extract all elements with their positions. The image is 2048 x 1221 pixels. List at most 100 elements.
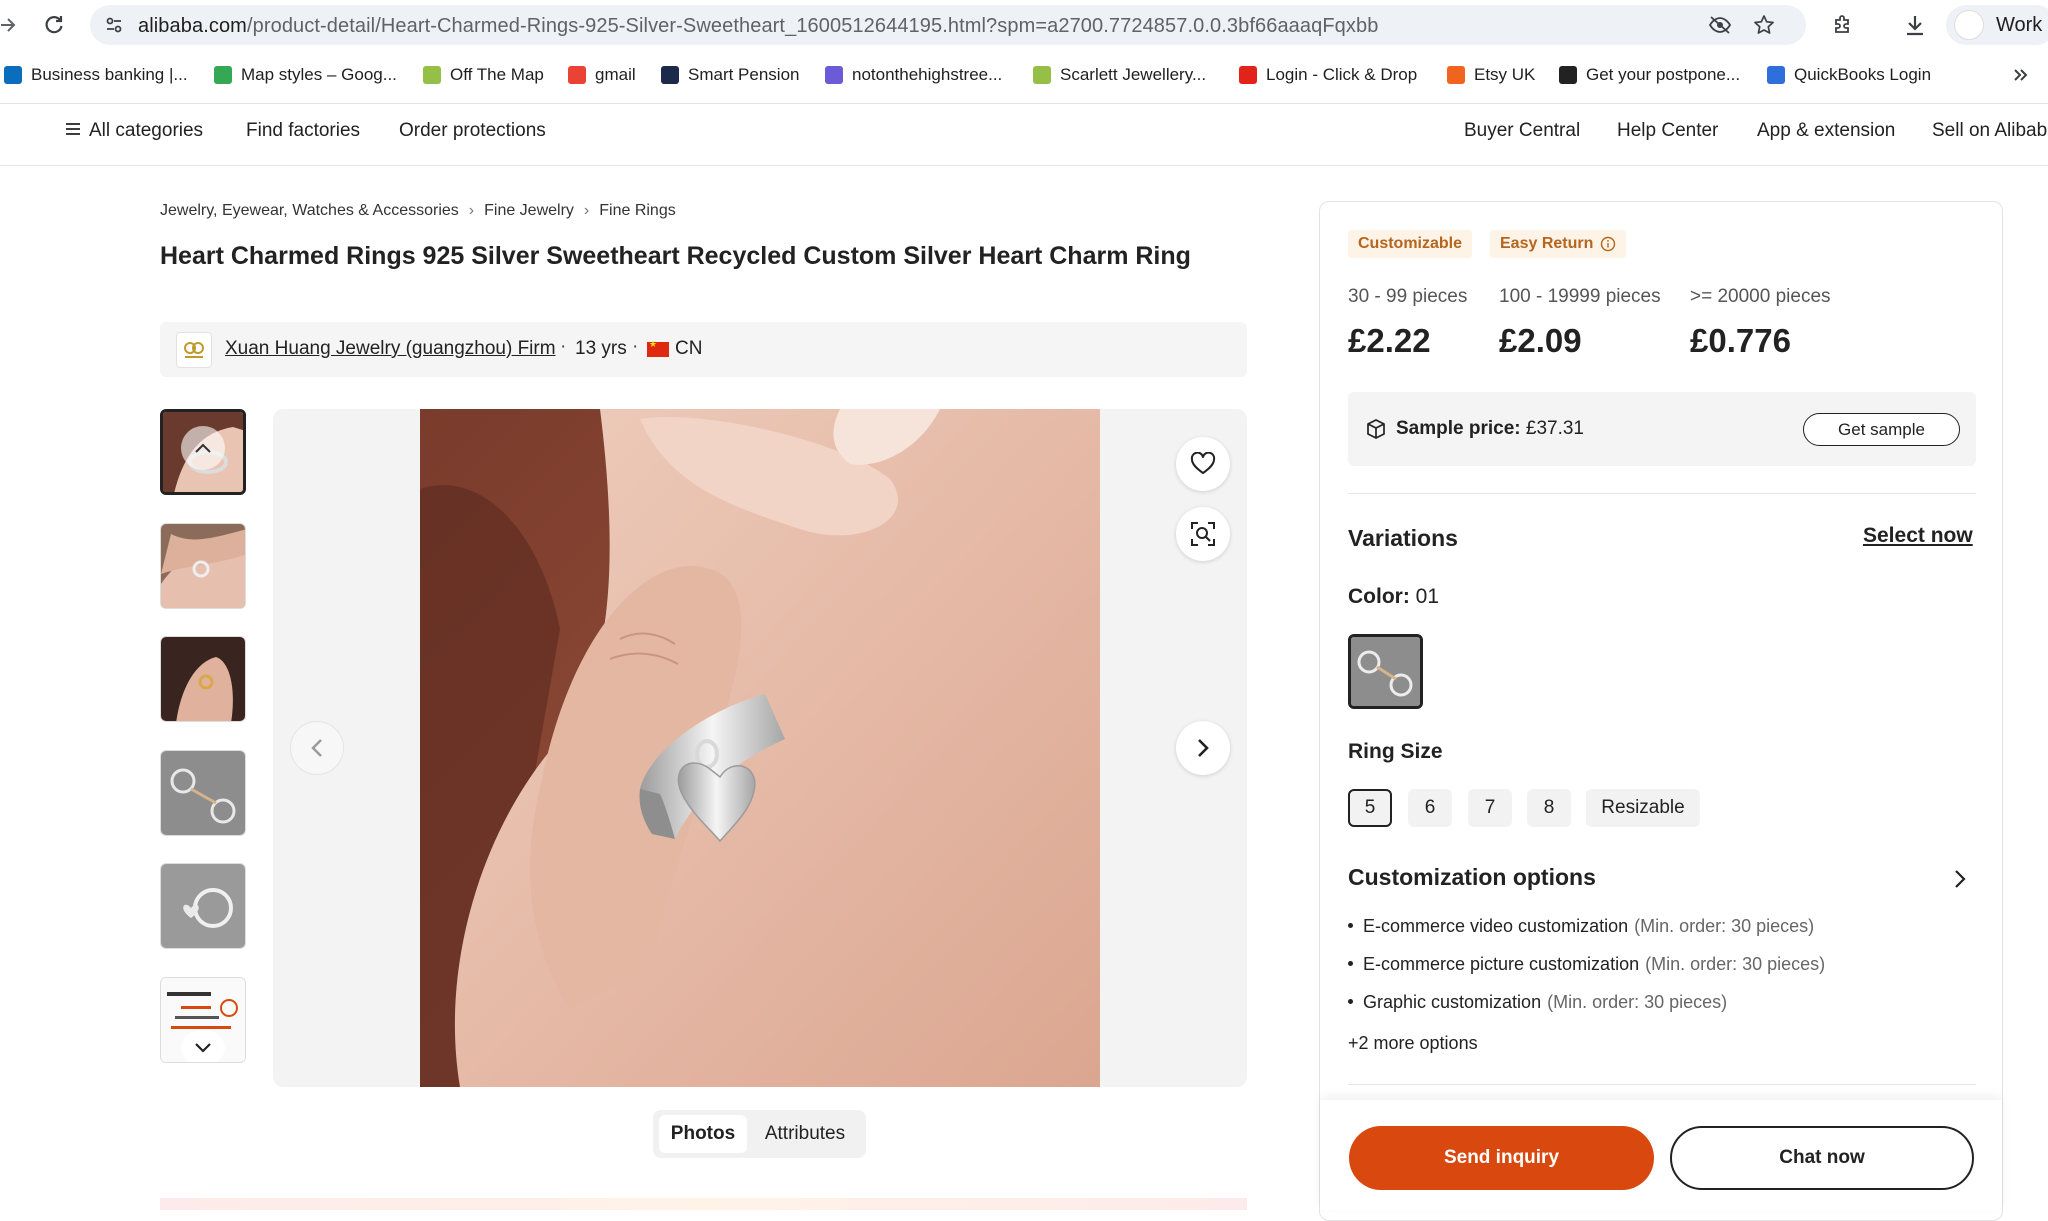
more-options-link[interactable]: +2 more options [1348, 1033, 1478, 1054]
customization-item-name: Graphic customization [1363, 992, 1542, 1012]
order-protections-link[interactable]: Order protections [399, 120, 546, 142]
supplier-country-code: CN [675, 338, 703, 359]
bookmark-label: Etsy UK [1474, 65, 1536, 84]
site-info-icon[interactable] [100, 11, 128, 39]
thumbnail-5[interactable] [160, 863, 246, 949]
tab-photos-label: Photos [670, 1123, 736, 1144]
supplier-name-link[interactable]: Xuan Huang Jewelry (guangzhou) Firm [225, 338, 556, 360]
bookmark-label: QuickBooks Login [1794, 65, 1932, 84]
supplier-logo[interactable] [176, 332, 212, 368]
bookmark-favicon-icon [214, 66, 232, 84]
ring-size-option-resizable[interactable]: Resizable [1586, 789, 1700, 827]
site-nav: All categories Find factories Order prot… [0, 104, 2048, 166]
customization-item-min: (Min. order: 30 pieces) [1645, 954, 1826, 974]
sell-on-alibaba-link[interactable]: Sell on Alibaba [1932, 120, 2048, 142]
info-icon[interactable] [1600, 236, 1616, 252]
tab-attributes[interactable]: Attributes [751, 1115, 859, 1153]
bookmark-item[interactable]: notonthehighstree... [825, 61, 1002, 89]
ring-size-option-5[interactable]: 5 [1348, 789, 1392, 827]
product-title: Heart Charmed Rings 925 Silver Sweethear… [160, 242, 1191, 270]
color-swatch-01[interactable] [1348, 634, 1423, 709]
help-center-link[interactable]: Help Center [1617, 120, 1718, 142]
bookmark-item[interactable]: Etsy UK [1447, 61, 1535, 89]
download-icon[interactable] [1901, 11, 1929, 39]
all-categories-link[interactable]: All categories [65, 120, 203, 142]
browser-toolbar: alibaba.com/product-detail/Heart-Charmed… [0, 0, 2048, 50]
color-label-value: 01 [1415, 585, 1440, 608]
bookmarks-bar: Business banking |... Map styles – Goog..… [0, 57, 2048, 93]
bookmark-item[interactable]: Map styles – Goog... [214, 61, 397, 89]
media-tabs: Photos Attributes [653, 1110, 866, 1158]
color-label-key: Color: [1348, 585, 1410, 608]
breadcrumb-item[interactable]: Fine Jewelry [484, 202, 574, 219]
bookmark-star-icon[interactable] [1750, 11, 1778, 39]
bookmark-item[interactable]: QuickBooks Login [1767, 61, 1931, 89]
ring-size-option-6[interactable]: 6 [1408, 789, 1452, 827]
select-now-link[interactable]: Select now [1863, 524, 1973, 548]
divider [1348, 1084, 1976, 1085]
profile-label: Work [1996, 14, 2043, 36]
ring-size-title: Ring Size [1348, 740, 1443, 763]
thumbnail-6[interactable] [160, 977, 246, 1063]
bookmark-favicon-icon [1767, 66, 1785, 84]
thumbnail-2[interactable] [160, 523, 246, 609]
customization-item-name: E-commerce picture customization [1363, 954, 1640, 974]
bullet [1348, 922, 1353, 928]
tier-2-price: £2.09 [1499, 322, 1582, 359]
main-product-image[interactable] [420, 409, 1100, 1087]
chevron-right-icon[interactable] [1953, 868, 1967, 895]
bookmark-favicon-icon [825, 66, 843, 84]
bookmark-item[interactable]: Scarlett Jewellery... [1033, 61, 1206, 89]
product-gallery [273, 409, 1247, 1087]
menu-icon [65, 120, 81, 142]
bookmark-item[interactable]: Smart Pension [661, 61, 800, 89]
app-extension-link[interactable]: App & extension [1757, 120, 1895, 142]
forward-icon[interactable] [0, 11, 22, 39]
bookmark-label: Map styles – Goog... [241, 65, 397, 84]
address-bar[interactable]: alibaba.com/product-detail/Heart-Charmed… [90, 5, 1806, 45]
bookmark-item[interactable]: Get your postpone... [1559, 61, 1740, 89]
image-search-button[interactable] [1176, 507, 1230, 561]
chevron-up-icon[interactable] [181, 426, 225, 470]
reload-icon[interactable] [40, 11, 68, 39]
ring-size-option-8[interactable]: 8 [1527, 789, 1571, 827]
bookmark-item[interactable]: gmail [568, 61, 636, 89]
tab-photos[interactable]: Photos [659, 1115, 747, 1153]
avatar [1954, 10, 1984, 40]
profile-button[interactable]: Work [1946, 5, 2048, 45]
breadcrumb-item[interactable]: Fine Rings [599, 202, 675, 219]
previous-image-button[interactable] [290, 721, 344, 775]
sample-price-value: £37.31 [1525, 418, 1585, 439]
url-host: alibaba.com [138, 15, 247, 37]
thumbnail-1[interactable] [160, 409, 246, 495]
chevron-right-icon: › [468, 202, 475, 219]
easy-return-tag[interactable]: Easy Return [1490, 230, 1627, 258]
thumbnail-3[interactable] [160, 636, 246, 722]
chevron-down-icon[interactable] [181, 1030, 225, 1062]
bookmark-item[interactable]: Off The Map [423, 61, 544, 89]
tier-2-range: 100 - 19999 pieces [1499, 286, 1661, 307]
bookmark-item[interactable]: Login - Click & Drop [1239, 61, 1417, 89]
buyer-central-link[interactable]: Buyer Central [1464, 120, 1580, 142]
more-bookmarks-icon[interactable] [2006, 61, 2034, 89]
next-image-button[interactable] [1176, 721, 1230, 775]
chat-now-button[interactable]: Chat now [1670, 1126, 1974, 1190]
chevron-right-icon: › [583, 202, 590, 219]
ring-size-option-7[interactable]: 7 [1468, 789, 1512, 827]
bookmark-favicon-icon [1559, 66, 1577, 84]
favorite-button[interactable] [1176, 437, 1230, 491]
extensions-icon[interactable] [1829, 11, 1857, 39]
tracking-off-icon[interactable] [1706, 11, 1734, 39]
breadcrumb-item[interactable]: Jewelry, Eyewear, Watches & Accessories [160, 202, 459, 219]
bookmark-favicon-icon [1239, 66, 1257, 84]
thumbnail-4[interactable] [160, 750, 246, 836]
find-factories-link[interactable]: Find factories [246, 120, 360, 142]
sample-price-box: Sample price: £37.31 Get sample [1348, 392, 1976, 466]
get-sample-button[interactable]: Get sample [1803, 413, 1960, 446]
tier-3-price: £0.776 [1690, 322, 1791, 359]
browser-chrome: alibaba.com/product-detail/Heart-Charmed… [0, 0, 2048, 104]
url-path: /product-detail/Heart-Charmed-Rings-925-… [246, 15, 1379, 37]
send-inquiry-button[interactable]: Send inquiry [1349, 1126, 1654, 1190]
bookmark-item[interactable]: Business banking |... [4, 61, 188, 89]
dot-separator: · [560, 336, 567, 357]
